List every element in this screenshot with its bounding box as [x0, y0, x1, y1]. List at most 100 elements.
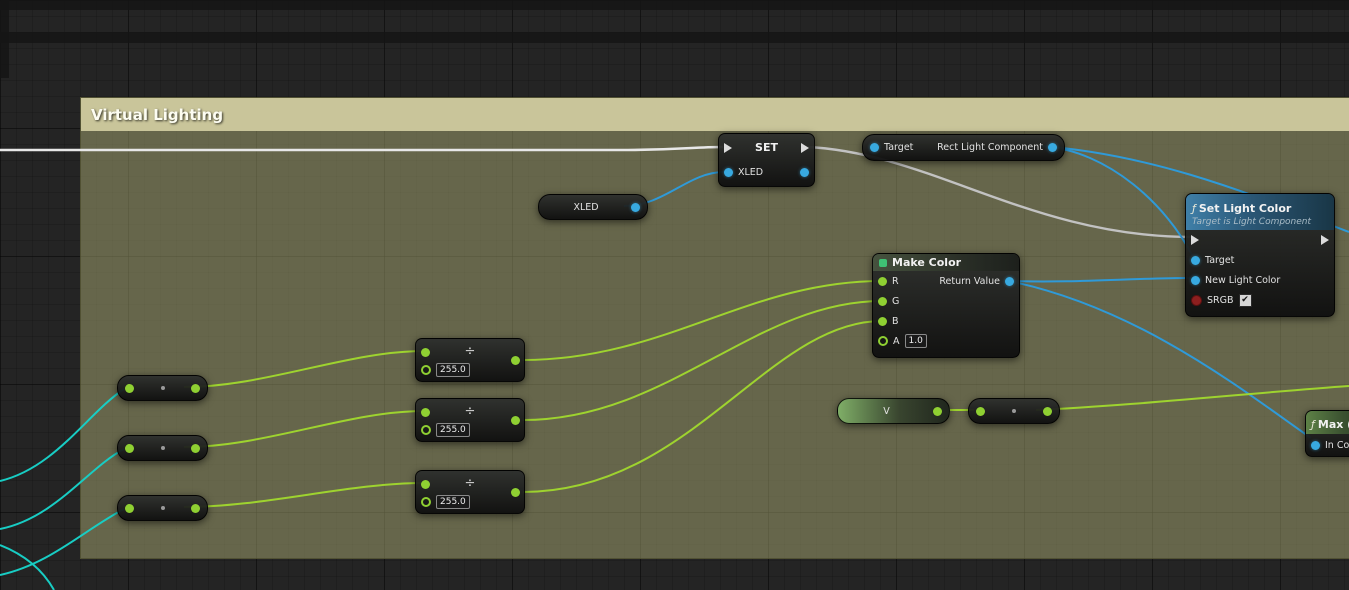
divide3-b-pin[interactable]: [421, 497, 431, 507]
divide2-a-row: ÷: [416, 403, 524, 421]
reroute2-in-pin[interactable]: [125, 444, 134, 453]
mc-a-value-field[interactable]: 1.0: [905, 334, 927, 348]
mc-return-pin[interactable]: [1005, 277, 1014, 286]
rectlight-output-pin[interactable]: [1048, 143, 1057, 152]
divide2-b-pin[interactable]: [421, 425, 431, 435]
node-v-getter[interactable]: V: [837, 398, 950, 424]
mc-r-label: R: [892, 276, 899, 287]
reroute1-out-pin[interactable]: [191, 384, 200, 393]
comment-virtual-lighting[interactable]: Virtual Lighting: [80, 97, 1349, 559]
divide1-b-field[interactable]: 255.0: [436, 363, 470, 377]
divide3-b-row: 255.0: [416, 493, 524, 511]
xled-getter-output-pin[interactable]: [631, 203, 640, 212]
mc-b-label: B: [892, 316, 899, 327]
slc-target-row: Target: [1186, 250, 1334, 270]
wire-corner-stub[interactable]: [0, 545, 54, 590]
exec-in-icon[interactable]: [1191, 235, 1199, 245]
set-xled-input-pin[interactable]: [724, 168, 733, 177]
divide2-output-pin[interactable]: [511, 416, 520, 425]
reroute1-in-pin[interactable]: [125, 384, 134, 393]
blueprint-graph-canvas[interactable]: { "comment": { "title": "Virtual Lightin…: [0, 0, 1349, 590]
v-getter-output-pin[interactable]: [933, 407, 942, 416]
node-max[interactable]: ƒMax ( In Co: [1305, 410, 1349, 457]
max-header[interactable]: ƒMax (: [1306, 411, 1349, 434]
slc-target-pin[interactable]: [1191, 256, 1200, 265]
exec-in-icon[interactable]: [724, 143, 732, 153]
slc-srgb-label: SRGB: [1207, 295, 1234, 306]
set-title-row: SET: [719, 134, 814, 161]
node-reroute-4[interactable]: [968, 398, 1060, 424]
max-incolor-pin[interactable]: [1311, 441, 1320, 450]
reroute2-out-pin[interactable]: [191, 444, 200, 453]
upper-dark-band: [0, 32, 1349, 43]
slc-srgb-pin[interactable]: [1191, 295, 1202, 306]
set-pin-row: XLED: [719, 161, 814, 184]
rectlight-target-input-pin[interactable]: [870, 143, 879, 152]
divide-operator: ÷: [435, 407, 505, 417]
node-set-light-color[interactable]: ƒSet Light Color Target is Light Compone…: [1185, 193, 1335, 317]
divide3-b-field[interactable]: 255.0: [436, 495, 470, 509]
reroute-dot-icon: [161, 506, 165, 510]
reroute4-in-pin[interactable]: [976, 407, 985, 416]
exec-out-icon[interactable]: [1321, 235, 1329, 245]
reroute-dot-icon: [1012, 409, 1016, 413]
srgb-checkbox[interactable]: ✔: [1239, 294, 1252, 307]
node-divide-2[interactable]: ÷ 255.0: [415, 398, 525, 442]
mc-a-label: A: [893, 336, 900, 347]
mc-b-row: B: [873, 311, 1019, 331]
divide2-b-field[interactable]: 255.0: [436, 423, 470, 437]
node-xled-getter[interactable]: XLED: [538, 194, 648, 220]
divide2-a-pin[interactable]: [421, 408, 430, 417]
makecolor-header[interactable]: Make Color: [873, 254, 1019, 271]
max-incolor-label: In Co: [1325, 440, 1349, 451]
reroute-dot-icon: [161, 446, 165, 450]
divide3-a-pin[interactable]: [421, 480, 430, 489]
setlightcolor-title: Set Light Color: [1199, 202, 1291, 215]
mc-g-row: G: [873, 291, 1019, 311]
comment-title: Virtual Lighting: [91, 106, 223, 124]
struct-icon: [879, 259, 887, 267]
divide2-b-row: 255.0: [416, 421, 524, 439]
node-reroute-1[interactable]: [117, 375, 208, 401]
mc-r-row: R Return Value: [873, 271, 1019, 291]
reroute3-out-pin[interactable]: [191, 504, 200, 513]
divide-operator: ÷: [435, 347, 505, 357]
mc-r-pin[interactable]: [878, 277, 887, 286]
divide1-b-pin[interactable]: [421, 365, 431, 375]
divide1-b-row: 255.0: [416, 361, 524, 379]
mc-g-pin[interactable]: [878, 297, 887, 306]
v-getter-label: V: [845, 406, 928, 417]
divide3-output-pin[interactable]: [511, 488, 520, 497]
set-title: SET: [737, 141, 796, 154]
function-icon: ƒ: [1311, 418, 1315, 431]
makecolor-title: Make Color: [892, 256, 961, 269]
divide1-a-pin[interactable]: [421, 348, 430, 357]
slc-target-label: Target: [1205, 255, 1234, 266]
left-dark-band: [0, 0, 9, 78]
top-dark-band: [0, 0, 1349, 10]
exec-out-icon[interactable]: [801, 143, 809, 153]
reroute4-out-pin[interactable]: [1043, 407, 1052, 416]
node-make-color[interactable]: Make Color R Return Value G B A 1.0: [872, 253, 1020, 358]
node-divide-1[interactable]: ÷ 255.0: [415, 338, 525, 382]
divide1-a-row: ÷: [416, 343, 524, 361]
set-xled-output-pin[interactable]: [800, 168, 809, 177]
node-divide-3[interactable]: ÷ 255.0: [415, 470, 525, 514]
mc-g-label: G: [892, 296, 899, 307]
comment-header[interactable]: Virtual Lighting: [81, 98, 1349, 131]
node-reroute-3[interactable]: [117, 495, 208, 521]
node-rect-light-component[interactable]: Target Rect Light Component: [862, 134, 1065, 161]
node-set-xled[interactable]: SET XLED: [718, 133, 815, 187]
divide1-output-pin[interactable]: [511, 356, 520, 365]
mc-b-pin[interactable]: [878, 317, 887, 326]
set-xled-label: XLED: [738, 167, 763, 178]
slc-newlightcolor-label: New Light Color: [1205, 275, 1280, 286]
setlightcolor-header[interactable]: ƒSet Light Color Target is Light Compone…: [1186, 194, 1334, 230]
rectlight-output-label: Rect Light Component: [937, 142, 1043, 153]
divide-operator: ÷: [435, 479, 505, 489]
max-title: Max (: [1318, 418, 1349, 431]
reroute3-in-pin[interactable]: [125, 504, 134, 513]
slc-newlightcolor-pin[interactable]: [1191, 276, 1200, 285]
mc-a-pin[interactable]: [878, 336, 888, 346]
node-reroute-2[interactable]: [117, 435, 208, 461]
